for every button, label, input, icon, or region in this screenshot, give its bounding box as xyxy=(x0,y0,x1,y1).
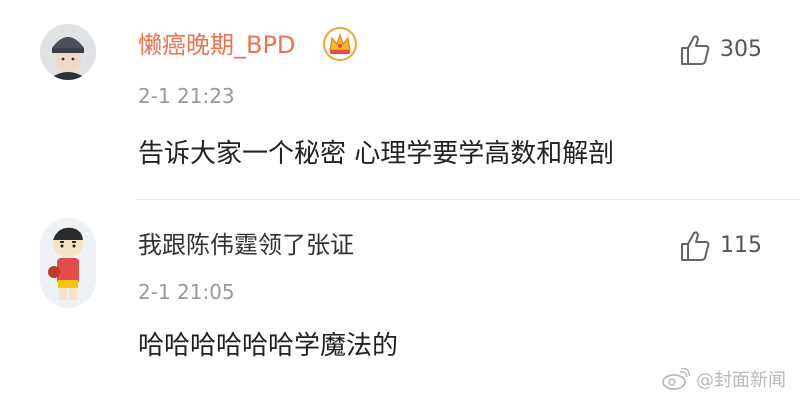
comment-text: 哈哈哈哈哈哈学魔法的 xyxy=(138,331,399,361)
thumbs-up-icon xyxy=(681,35,710,65)
comment-timestamp: 2-1 21:23 xyxy=(138,84,235,108)
user-avatar[interactable] xyxy=(40,24,96,80)
cartoon-avatar-icon xyxy=(40,218,96,308)
watermark-text: @封面新闻 xyxy=(696,370,786,391)
username[interactable]: 我跟陈伟霆领了张证 xyxy=(138,230,354,260)
comment-text: 告诉大家一个秘密 心理学要学高数和解剖 xyxy=(138,139,615,169)
username[interactable]: 懒癌晚期_BPD xyxy=(138,30,295,60)
like-count: 305 xyxy=(720,37,762,62)
like-button[interactable]: 305 xyxy=(680,30,762,70)
comment-item: 懒癌晚期_BPD 2-1 21:23 告诉大家一个秘密 心理学要学高数和解剖 3… xyxy=(0,0,800,200)
like-button[interactable]: 115 xyxy=(680,226,762,266)
crown-badge-icon xyxy=(323,27,357,61)
like-count: 115 xyxy=(720,233,762,258)
weibo-logo-icon xyxy=(662,368,690,390)
comment-timestamp: 2-1 21:05 xyxy=(138,280,235,304)
thumbs-up-icon xyxy=(681,231,710,261)
user-avatar[interactable] xyxy=(40,218,96,308)
watermark: @封面新闻 xyxy=(662,366,786,392)
user-avatar-beanie-icon xyxy=(40,24,96,80)
